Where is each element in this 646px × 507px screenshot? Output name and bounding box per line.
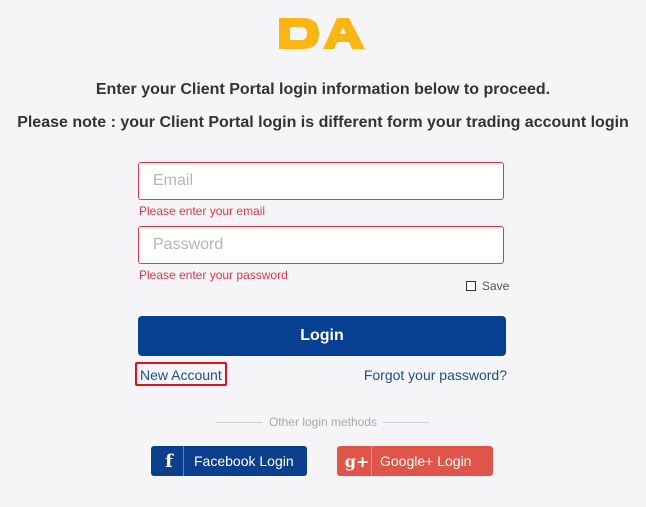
- login-page: Enter your Client Portal login informati…: [0, 0, 646, 507]
- da-logo: [279, 18, 365, 49]
- email-field[interactable]: [138, 162, 504, 200]
- intro-text: Enter your Client Portal login informati…: [95, 81, 551, 98]
- google-plus-icon: g+: [343, 446, 372, 476]
- forgot-password-link[interactable]: Forgot your password?: [364, 367, 507, 383]
- save-label: Save: [482, 279, 510, 293]
- facebook-login-label: Facebook Login: [194, 453, 294, 469]
- password-error: Please enter your password: [139, 268, 288, 282]
- facebook-icon: f: [155, 446, 184, 476]
- google-login-label: Google+ Login: [380, 453, 472, 469]
- facebook-login-button[interactable]: f Facebook Login: [151, 446, 307, 476]
- google-login-button[interactable]: g+ Google+ Login: [337, 446, 493, 476]
- password-field[interactable]: [138, 226, 504, 264]
- save-checkbox[interactable]: Save: [466, 279, 509, 293]
- checkbox-icon[interactable]: [466, 281, 476, 291]
- login-button[interactable]: Login: [138, 316, 506, 356]
- other-login-methods-label: Other login methods: [268, 415, 378, 429]
- divider-line: [383, 422, 429, 423]
- email-error: Please enter your email: [139, 204, 266, 218]
- login-note: Please note : your Client Portal login i…: [17, 114, 629, 131]
- new-account-link[interactable]: New Account: [135, 362, 227, 386]
